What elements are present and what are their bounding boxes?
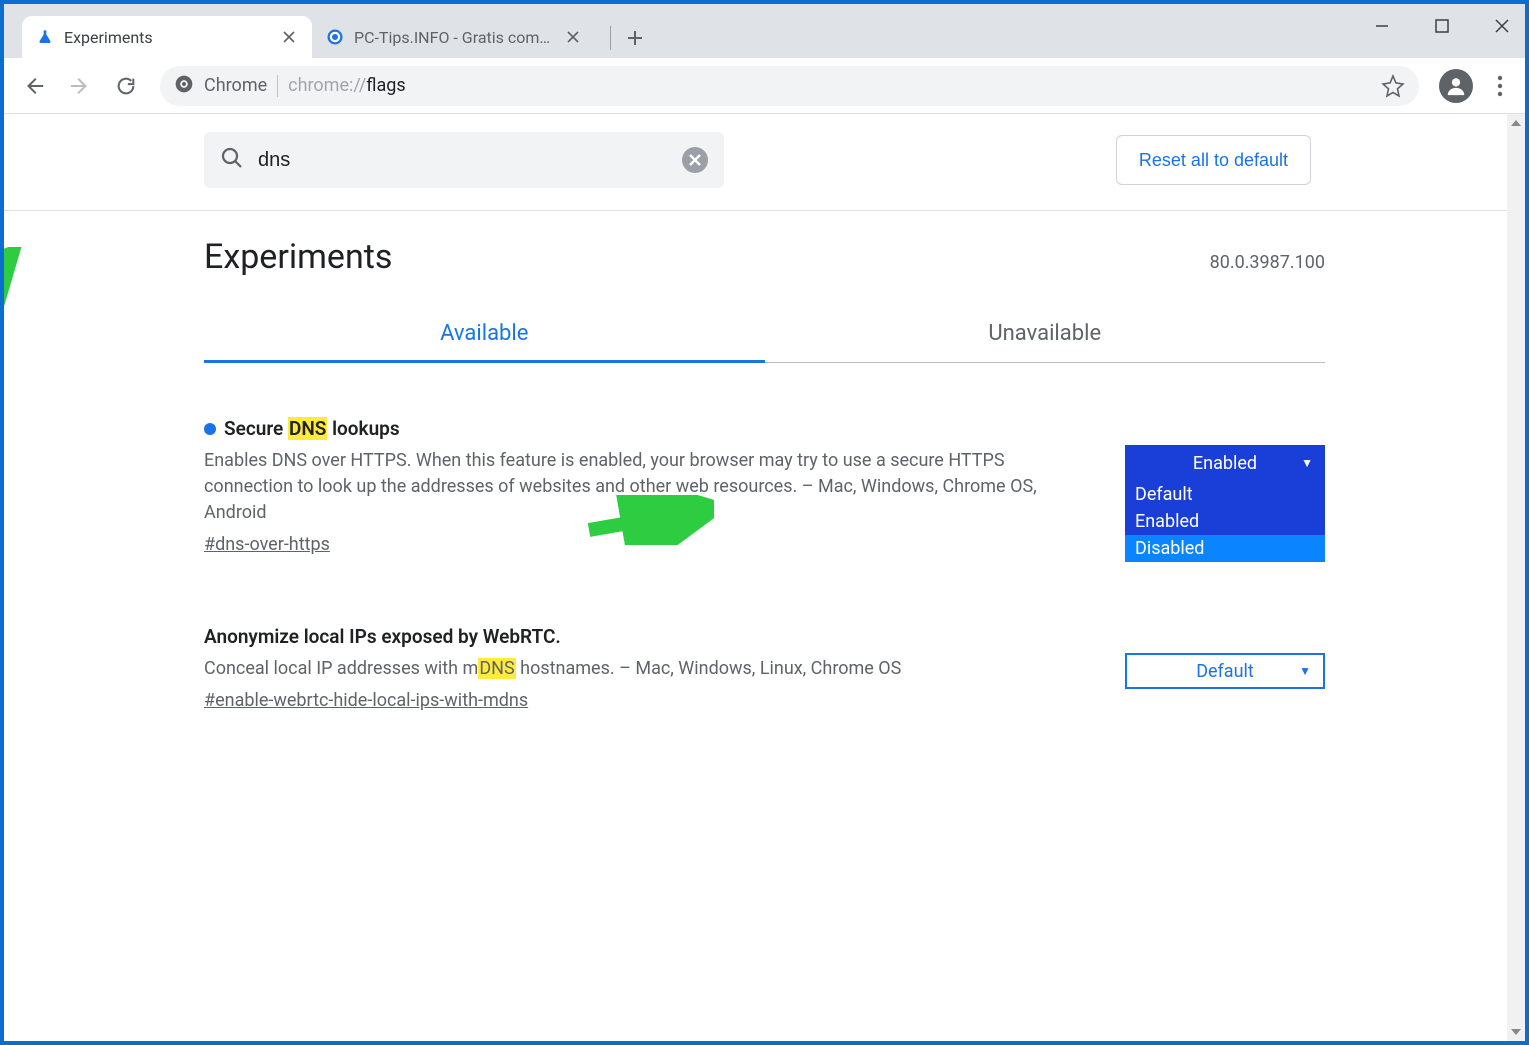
flag-select[interactable]: Default ▼ [1125, 653, 1325, 689]
bookmark-star-icon[interactable] [1381, 74, 1405, 98]
browser-menu-icon[interactable] [1485, 71, 1515, 101]
page-title: Experiments [204, 237, 392, 277]
flag-title: Secure DNS lookups [204, 417, 1095, 440]
scroll-up-icon[interactable] [1507, 114, 1525, 132]
flag-description: Enables DNS over HTTPS. When this featur… [204, 448, 1095, 526]
chevron-down-icon: ▼ [1299, 664, 1311, 678]
new-tab-button[interactable] [619, 22, 651, 54]
select-value: Enabled [1193, 453, 1257, 474]
address-bar[interactable]: Chrome chrome://flags [160, 66, 1419, 106]
window-minimize-icon[interactable] [1365, 9, 1399, 43]
flags-search-input[interactable] [258, 149, 668, 172]
url-text: chrome://flags [288, 75, 406, 96]
chrome-version: 80.0.3987.100 [1210, 252, 1325, 273]
flask-icon [36, 28, 54, 46]
select-option[interactable]: Disabled [1125, 535, 1325, 562]
browser-tab-inactive[interactable]: PC-Tips.INFO - Gratis computer t [312, 16, 602, 58]
flags-search-box[interactable] [204, 132, 724, 188]
select-option[interactable]: Default [1125, 481, 1325, 508]
clear-search-icon[interactable] [682, 147, 708, 173]
close-tab-icon[interactable] [280, 28, 298, 46]
scrollbar[interactable] [1507, 114, 1525, 1041]
forward-button[interactable] [60, 66, 100, 106]
globe-icon [326, 28, 344, 46]
url-chip: Chrome [204, 75, 267, 96]
flag-item: Secure DNS lookups Enables DNS over HTTP… [204, 417, 1325, 555]
chevron-down-icon: ▼ [1301, 456, 1313, 470]
flag-select[interactable]: Enabled ▼ [1125, 445, 1325, 481]
profile-avatar[interactable] [1439, 69, 1473, 103]
flag-select-dropdown: Default Enabled Disabled [1125, 481, 1325, 562]
select-option[interactable]: Enabled [1125, 508, 1325, 535]
tab-title: PC-Tips.INFO - Gratis computer t [354, 28, 554, 47]
back-button[interactable] [14, 66, 54, 106]
flag-description: Conceal local IP addresses with mDNS hos… [204, 656, 1095, 682]
page-content: Reset all to default Experiments 80.0.39… [4, 114, 1525, 1041]
annotation-arrow-icon [4, 247, 24, 337]
tab-available[interactable]: Available [204, 307, 765, 363]
browser-toolbar: Chrome chrome://flags [4, 58, 1525, 114]
tab-divider [610, 26, 611, 50]
reload-button[interactable] [106, 66, 146, 106]
window-titlebar: Experiments PC-Tips.INFO - Gratis comput… [4, 4, 1525, 58]
close-tab-icon[interactable] [564, 28, 582, 46]
scroll-down-icon[interactable] [1507, 1023, 1525, 1041]
divider [277, 75, 278, 97]
tab-unavailable[interactable]: Unavailable [765, 307, 1326, 363]
flags-tabs: Available Unavailable [204, 307, 1325, 363]
flag-anchor-link[interactable]: #dns-over-https [204, 534, 330, 555]
chrome-icon [174, 74, 194, 98]
flags-topbar: Reset all to default [4, 114, 1525, 211]
flag-title: Anonymize local IPs exposed by WebRTC. [204, 625, 1095, 648]
window-maximize-icon[interactable] [1425, 9, 1459, 43]
browser-tab-active[interactable]: Experiments [22, 16, 312, 58]
tab-title: Experiments [64, 28, 153, 47]
window-close-icon[interactable] [1485, 9, 1519, 43]
flag-anchor-link[interactable]: #enable-webrtc-hide-local-ips-with-mdns [204, 690, 528, 711]
flag-item: Anonymize local IPs exposed by WebRTC. C… [204, 625, 1325, 711]
reset-all-button[interactable]: Reset all to default [1116, 135, 1311, 185]
select-value: Default [1196, 661, 1254, 682]
modified-dot-icon [204, 423, 216, 435]
search-icon [220, 146, 244, 174]
